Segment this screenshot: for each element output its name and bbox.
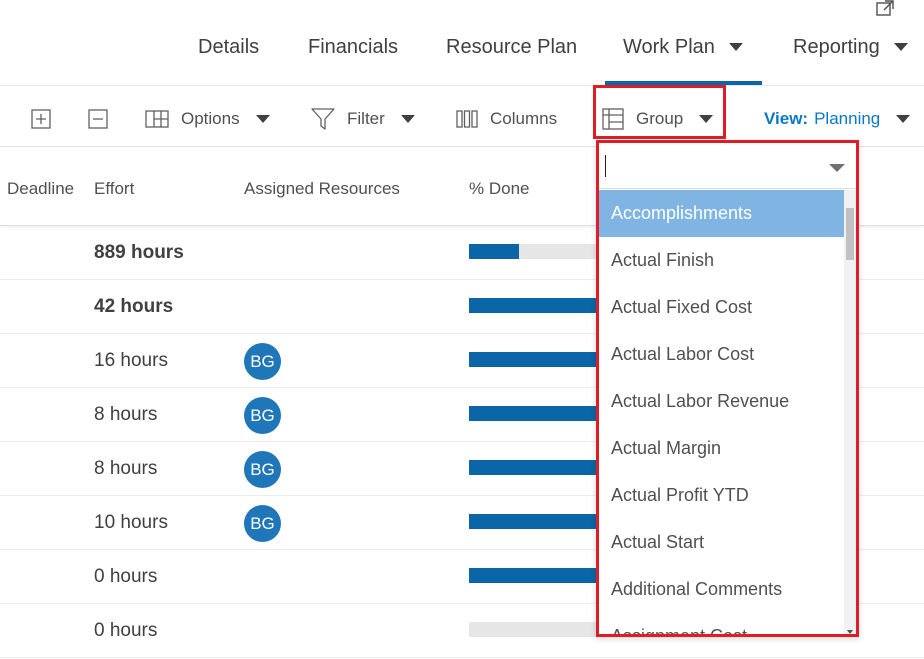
toolbar: Options Filter Columns Group View: Plann… bbox=[0, 87, 924, 147]
tab-financials[interactable]: Financials bbox=[308, 32, 398, 62]
columns-label: Columns bbox=[490, 109, 558, 128]
column-header-assigned-resources[interactable]: Assigned Resources bbox=[244, 179, 400, 199]
resource-avatar[interactable]: BG bbox=[244, 343, 281, 380]
options-button[interactable]: Options bbox=[145, 107, 270, 131]
effort-cell: 10 hours bbox=[94, 512, 168, 533]
columns-icon bbox=[456, 110, 478, 128]
effort-cell: 8 hours bbox=[94, 404, 158, 425]
resource-avatar[interactable]: BG bbox=[244, 397, 281, 434]
resource-avatar[interactable]: BG bbox=[244, 451, 281, 488]
group-option[interactable]: Actual Labor Cost bbox=[599, 331, 844, 378]
resource-avatar[interactable]: BG bbox=[244, 505, 281, 542]
chevron-down-icon bbox=[896, 115, 911, 123]
chevron-down-icon bbox=[400, 115, 415, 123]
column-header-deadline[interactable]: Deadline bbox=[7, 179, 74, 199]
options-label: Options bbox=[181, 109, 240, 128]
effort-cell: 889 hours bbox=[94, 242, 184, 263]
chevron-down-icon bbox=[255, 115, 270, 123]
column-header-effort[interactable]: Effort bbox=[94, 179, 134, 199]
collapse-all-button[interactable] bbox=[88, 107, 108, 131]
effort-cell: 8 hours bbox=[94, 458, 158, 479]
tab-label: Work Plan bbox=[623, 35, 715, 58]
view-selector[interactable]: View: Planning bbox=[764, 107, 911, 131]
top-nav: Details Financials Resource Plan Work Pl… bbox=[0, 20, 924, 86]
funnel-icon bbox=[311, 108, 335, 130]
tab-label: Details bbox=[198, 35, 260, 58]
chevron-down-icon bbox=[893, 43, 908, 51]
effort-cell: 16 hours bbox=[94, 350, 168, 371]
filter-label: Filter bbox=[347, 109, 385, 128]
tab-work-plan[interactable]: Work Plan bbox=[623, 32, 743, 62]
group-search-input[interactable] bbox=[599, 143, 856, 189]
minus-box-icon bbox=[88, 109, 108, 129]
filter-button[interactable]: Filter bbox=[311, 107, 415, 131]
group-option[interactable]: Actual Fixed Cost bbox=[599, 284, 844, 331]
tab-details[interactable]: Details bbox=[198, 32, 259, 62]
tab-resource-plan[interactable]: Resource Plan bbox=[446, 32, 577, 62]
layout-icon bbox=[145, 110, 169, 128]
column-header-percent-done[interactable]: % Done bbox=[469, 179, 529, 199]
effort-cell: 42 hours bbox=[94, 296, 174, 317]
group-option[interactable]: Additional Comments bbox=[599, 566, 844, 613]
tab-label: Resource Plan bbox=[446, 35, 578, 58]
group-option[interactable]: Actual Margin bbox=[599, 425, 844, 472]
dropdown-scrollbar[interactable] bbox=[844, 190, 856, 634]
group-highlight-box bbox=[593, 85, 726, 139]
chevron-down-icon[interactable] bbox=[829, 164, 845, 172]
group-option[interactable]: Actual Finish bbox=[599, 237, 844, 284]
tab-label: Financials bbox=[308, 35, 399, 58]
tab-reporting[interactable]: Reporting bbox=[793, 32, 908, 62]
tab-label: Reporting bbox=[793, 35, 880, 58]
effort-cell: 0 hours bbox=[94, 620, 158, 641]
view-value: Planning bbox=[814, 109, 881, 128]
group-option[interactable]: Actual Profit YTD bbox=[599, 472, 844, 519]
percent-done-fill bbox=[469, 244, 519, 259]
columns-button[interactable]: Columns bbox=[456, 107, 557, 131]
group-option[interactable]: Assignment Cost bbox=[599, 613, 844, 634]
text-cursor bbox=[605, 155, 606, 177]
effort-cell: 0 hours bbox=[94, 566, 158, 587]
group-options-list: Accomplishments Actual Finish Actual Fixed… bbox=[599, 190, 844, 634]
popout-icon[interactable] bbox=[876, 0, 894, 16]
group-option[interactable]: Actual Labor Revenue bbox=[599, 378, 844, 425]
group-option[interactable]: Accomplishments bbox=[599, 190, 844, 237]
expand-all-button[interactable] bbox=[31, 107, 51, 131]
view-label: View: bbox=[764, 109, 809, 128]
plus-box-icon bbox=[31, 109, 51, 129]
scroll-down-arrow-icon[interactable] bbox=[847, 630, 853, 634]
group-dropdown: Accomplishments Actual Finish Actual Fixed… bbox=[596, 140, 859, 637]
scrollbar-thumb[interactable] bbox=[846, 208, 854, 260]
group-option[interactable]: Actual Start bbox=[599, 519, 844, 566]
chevron-down-icon bbox=[728, 43, 743, 51]
